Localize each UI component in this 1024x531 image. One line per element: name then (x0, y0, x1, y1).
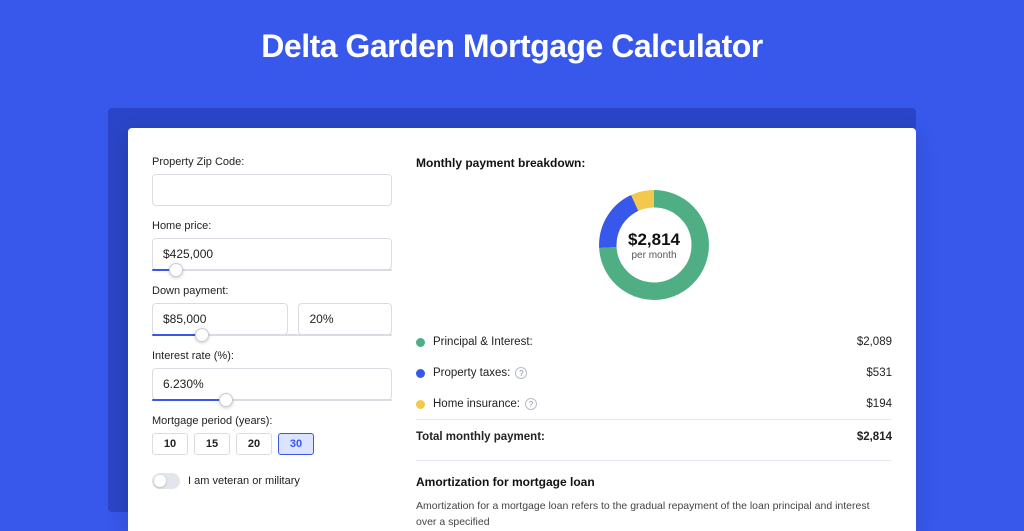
legend-row: Property taxes:?$531 (416, 357, 892, 388)
home-price-input[interactable] (152, 238, 392, 270)
zip-label: Property Zip Code: (152, 156, 392, 168)
interest-slider[interactable] (152, 399, 392, 401)
amortization-text: Amortization for a mortgage loan refers … (416, 499, 892, 531)
interest-slider-thumb[interactable] (219, 393, 233, 407)
legend-row: Home insurance:?$194 (416, 388, 892, 419)
period-button-10[interactable]: 10 (152, 433, 188, 455)
donut-chart: $2,814 per month (593, 184, 715, 306)
period-field: Mortgage period (years): 10 15 20 30 (152, 415, 392, 455)
zip-field: Property Zip Code: (152, 156, 392, 206)
down-payment-slider[interactable] (152, 334, 392, 336)
legend-value: $531 (866, 367, 892, 379)
interest-field: Interest rate (%): (152, 350, 392, 401)
zip-input[interactable] (152, 174, 392, 206)
page-title: Delta Garden Mortgage Calculator (0, 0, 1024, 85)
breakdown-column: Monthly payment breakdown: $2,814 per mo… (416, 156, 892, 531)
period-button-15[interactable]: 15 (194, 433, 230, 455)
interest-slider-fill (152, 399, 226, 401)
donut-chart-wrap: $2,814 per month (416, 184, 892, 306)
legend-value: $194 (866, 398, 892, 410)
period-button-row: 10 15 20 30 (152, 433, 392, 455)
home-price-label: Home price: (152, 220, 392, 232)
section-divider (416, 460, 892, 461)
legend-dot (416, 400, 425, 409)
veteran-toggle[interactable] (152, 473, 180, 489)
breakdown-title: Monthly payment breakdown: (416, 156, 892, 170)
legend-dot (416, 369, 425, 378)
veteran-row: I am veteran or military (152, 473, 392, 489)
down-payment-slider-thumb[interactable] (195, 328, 209, 342)
legend-row: Principal & Interest:$2,089 (416, 326, 892, 357)
period-label: Mortgage period (years): (152, 415, 392, 427)
down-payment-field: Down payment: (152, 285, 392, 336)
veteran-label: I am veteran or military (188, 475, 300, 487)
home-price-slider-thumb[interactable] (169, 263, 183, 277)
home-price-slider[interactable] (152, 269, 392, 271)
info-icon[interactable]: ? (525, 398, 537, 410)
legend-total-row: Total monthly payment:$2,814 (416, 419, 892, 452)
donut-total: $2,814 (628, 230, 680, 250)
period-button-20[interactable]: 20 (236, 433, 272, 455)
legend-total-label: Total monthly payment: (416, 431, 857, 443)
interest-input[interactable] (152, 368, 392, 400)
period-button-30[interactable]: 30 (278, 433, 314, 455)
legend-value: $2,089 (857, 336, 892, 348)
down-payment-input[interactable] (152, 303, 288, 335)
calculator-card: Property Zip Code: Home price: Down paym… (128, 128, 916, 531)
legend-label: Home insurance:? (433, 398, 866, 410)
down-payment-label: Down payment: (152, 285, 392, 297)
donut-center: $2,814 per month (593, 184, 715, 306)
legend: Principal & Interest:$2,089Property taxe… (416, 326, 892, 452)
inputs-column: Property Zip Code: Home price: Down paym… (152, 156, 392, 531)
legend-label: Property taxes:? (433, 367, 866, 379)
info-icon[interactable]: ? (515, 367, 527, 379)
down-payment-pct-input[interactable] (298, 303, 392, 335)
home-price-field: Home price: (152, 220, 392, 271)
donut-sub: per month (631, 250, 676, 261)
legend-label: Principal & Interest: (433, 336, 857, 348)
legend-dot (416, 338, 425, 347)
legend-total-value: $2,814 (857, 431, 892, 443)
interest-label: Interest rate (%): (152, 350, 392, 362)
amortization-title: Amortization for mortgage loan (416, 475, 892, 489)
